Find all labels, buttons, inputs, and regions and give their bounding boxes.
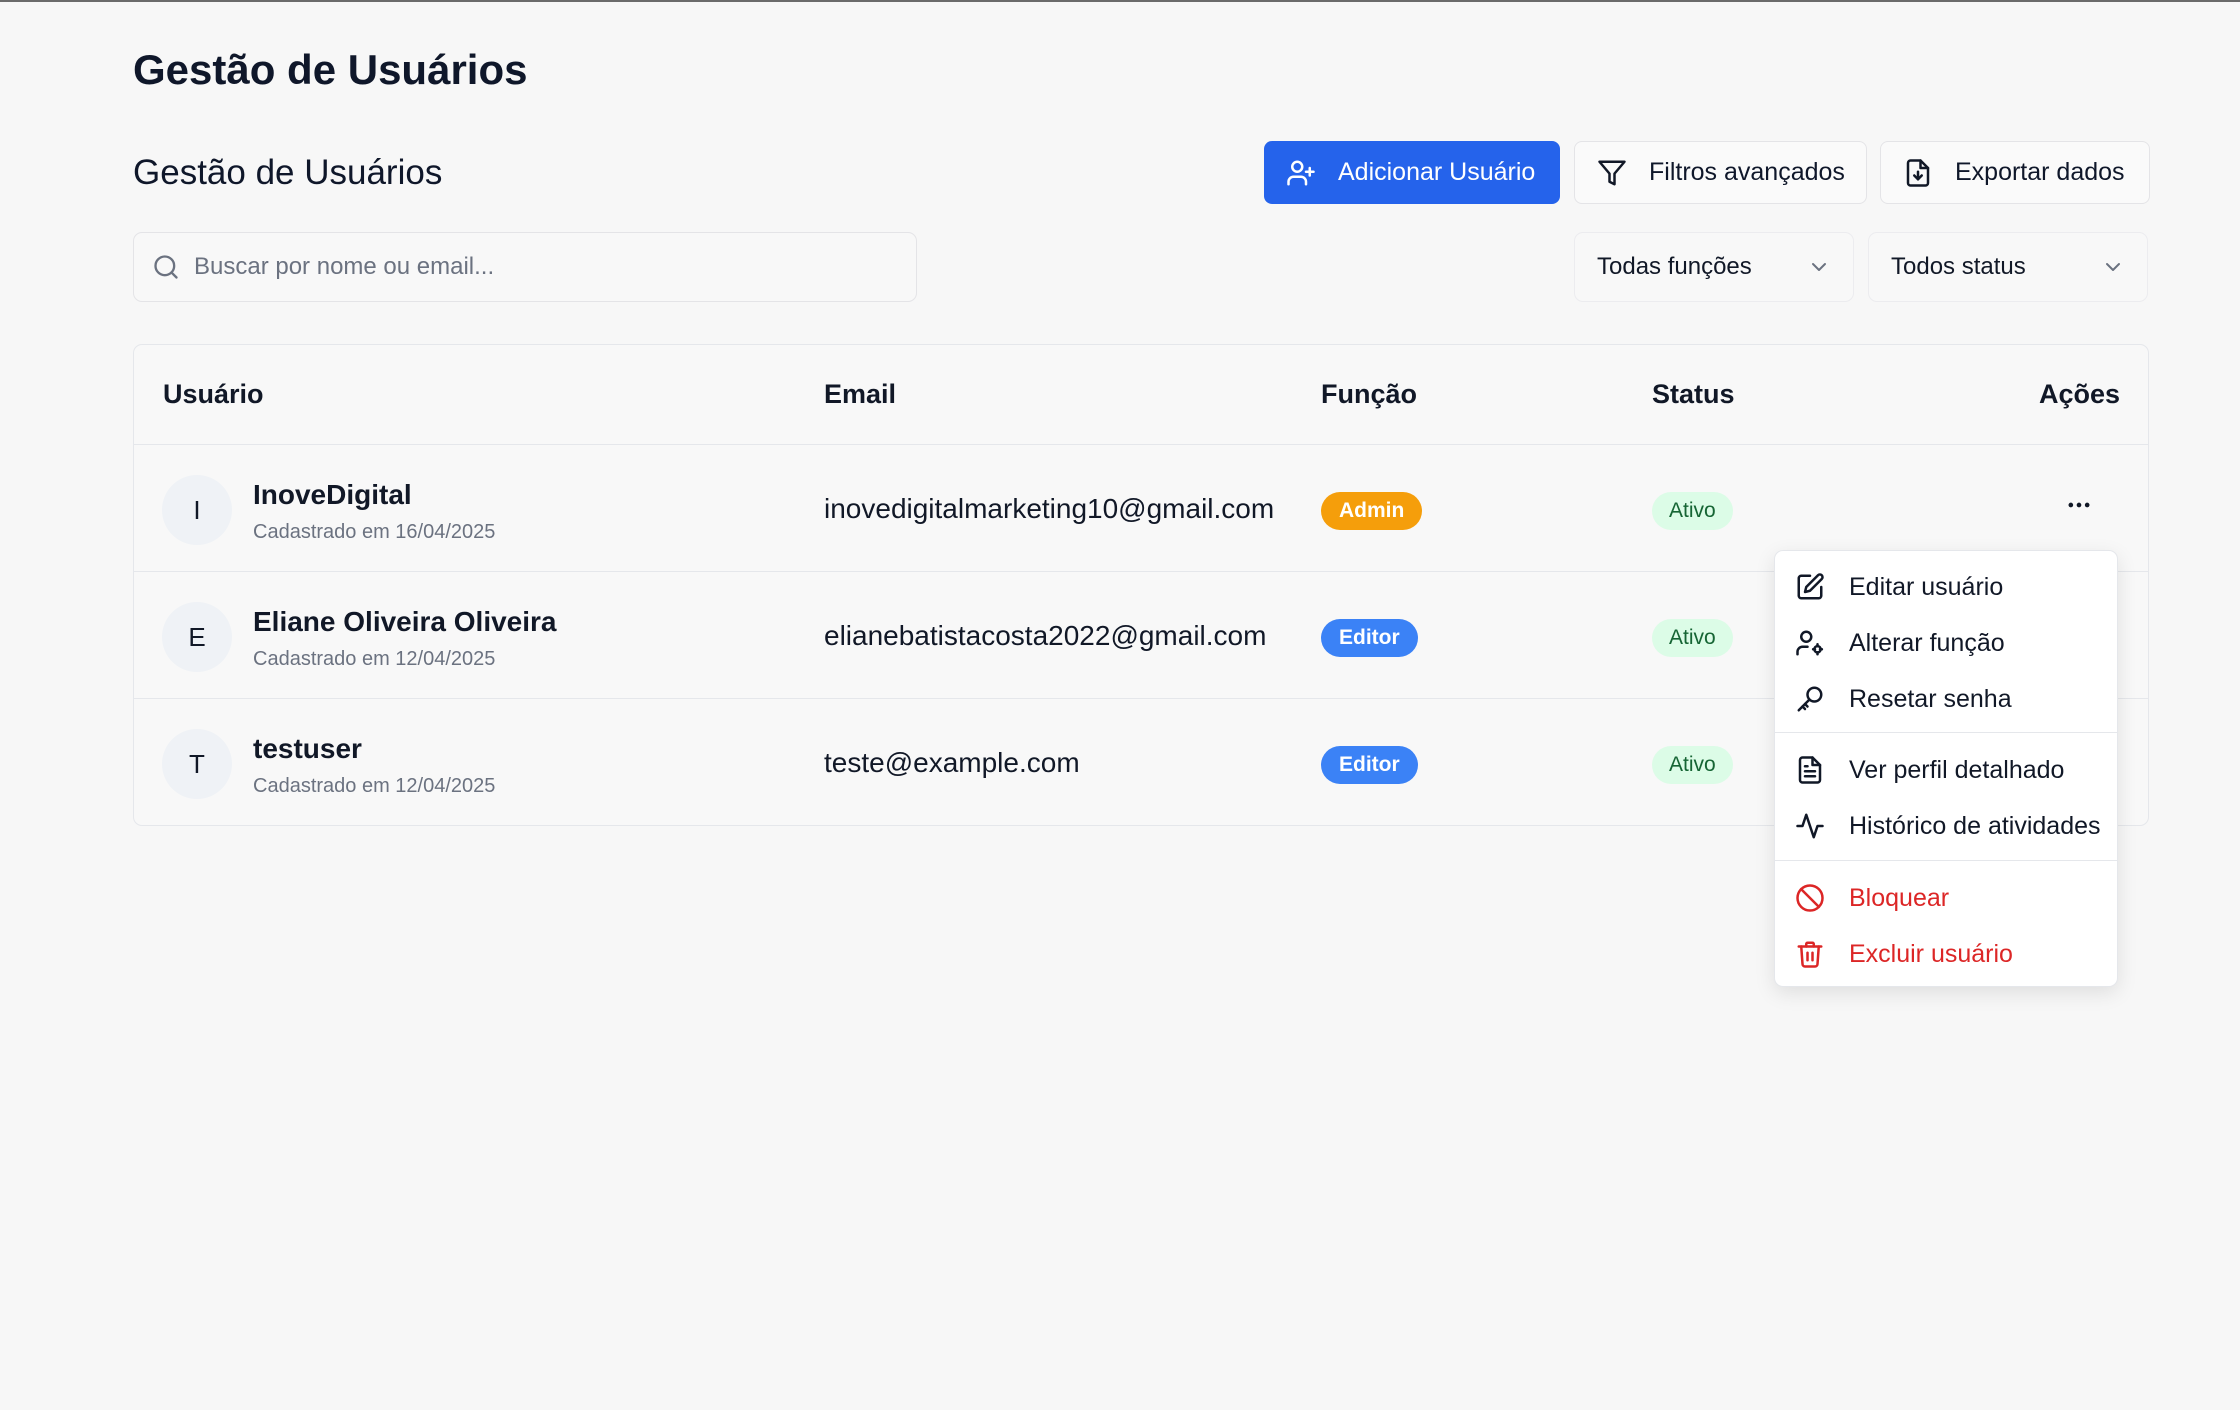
export-data-label: Exportar dados <box>1955 158 2125 186</box>
edit-icon <box>1797 573 1824 600</box>
file-text-icon <box>1798 756 1822 784</box>
menu-item-edit-user[interactable]: Editar usuário <box>1775 561 2117 613</box>
status-badge: Ativo <box>1652 746 1733 784</box>
menu-item-label: Bloquear <box>1849 883 1950 912</box>
menu-item-change-role[interactable]: Alterar função <box>1775 617 2117 669</box>
menu-item-block[interactable]: Bloquear <box>1775 872 2117 924</box>
user-plus-icon <box>1287 160 1315 185</box>
add-user-label: Adicionar Usuário <box>1338 158 1536 186</box>
advanced-filters-button[interactable]: Filtros avançados <box>1574 141 1867 204</box>
role-badge: Admin <box>1321 492 1423 530</box>
key-icon <box>1797 686 1823 712</box>
avatar: E <box>162 602 232 672</box>
advanced-filters-label: Filtros avançados <box>1649 158 1845 186</box>
header-status: Status <box>1652 379 1735 409</box>
user-registered-date: Cadastrado em 12/04/2025 <box>253 775 496 797</box>
user-registered-date: Cadastrado em 12/04/2025 <box>253 648 496 670</box>
add-user-button[interactable]: Adicionar Usuário <box>1264 141 1560 204</box>
status-badge: Ativo <box>1652 619 1733 657</box>
header-user: Usuário <box>163 379 264 409</box>
search-box <box>133 232 917 302</box>
menu-divider <box>1775 732 2117 733</box>
search-input[interactable] <box>194 253 874 281</box>
avatar: T <box>162 729 232 799</box>
trash-icon <box>1797 941 1823 968</box>
ban-icon <box>1796 884 1824 912</box>
user-cog-icon <box>1796 630 1824 656</box>
role-badge: Editor <box>1321 746 1418 784</box>
role-badge: Editor <box>1321 619 1418 657</box>
menu-divider <box>1775 860 2117 861</box>
section-title: Gestão de Usuários <box>133 153 443 192</box>
menu-item-label: Alterar função <box>1849 628 2005 657</box>
filter-icon <box>1598 160 1626 185</box>
menu-item-activity-history[interactable]: Histórico de atividades <box>1775 800 2117 852</box>
menu-item-label: Editar usuário <box>1849 572 2004 601</box>
status-filter-value: Todos status <box>1891 253 2026 280</box>
window-top-border <box>0 0 2240 2</box>
menu-item-reset-password[interactable]: Resetar senha <box>1775 673 2117 725</box>
status-filter-select[interactable]: Todos status <box>1868 232 2148 302</box>
menu-item-label: Resetar senha <box>1849 684 2012 713</box>
user-registered-date: Cadastrado em 16/04/2025 <box>253 521 496 543</box>
menu-item-delete-user[interactable]: Excluir usuário <box>1775 928 2117 980</box>
user-name: testuser <box>253 733 362 764</box>
status-badge: Ativo <box>1652 492 1733 530</box>
header-role: Função <box>1321 379 1418 409</box>
menu-item-label: Ver perfil detalhado <box>1849 755 2065 784</box>
menu-item-view-profile[interactable]: Ver perfil detalhado <box>1775 744 2117 796</box>
row-actions-button[interactable] <box>2059 485 2099 525</box>
user-email: elianebatistacosta2022@gmail.com <box>824 620 1267 651</box>
activity-icon <box>1796 813 1824 839</box>
avatar: I <box>162 475 232 545</box>
search-icon <box>154 255 178 279</box>
row-actions-menu: Editar usuário Alterar função Resetar se… <box>1774 550 2118 987</box>
more-horizontal-icon <box>2068 502 2090 508</box>
table-header: Usuário Email Função Status Ações <box>134 345 2148 445</box>
header-email: Email <box>824 379 897 409</box>
chevron-down-icon <box>2106 263 2120 271</box>
page-title: Gestão de Usuários <box>133 46 528 93</box>
menu-item-label: Histórico de atividades <box>1849 811 2101 840</box>
role-filter-value: Todas funções <box>1597 253 1752 280</box>
header-actions: Ações <box>2038 379 2120 409</box>
menu-item-label: Excluir usuário <box>1849 939 2013 968</box>
user-name: InoveDigital <box>253 479 412 510</box>
user-name: Eliane Oliveira Oliveira <box>253 606 557 637</box>
export-data-button[interactable]: Exportar dados <box>1880 141 2150 204</box>
role-filter-select[interactable]: Todas funções <box>1574 232 1854 302</box>
user-email: inovedigitalmarketing10@gmail.com <box>824 493 1275 524</box>
file-download-icon <box>1906 158 1930 187</box>
chevron-down-icon <box>1812 263 1826 271</box>
user-email: teste@example.com <box>824 747 1080 778</box>
